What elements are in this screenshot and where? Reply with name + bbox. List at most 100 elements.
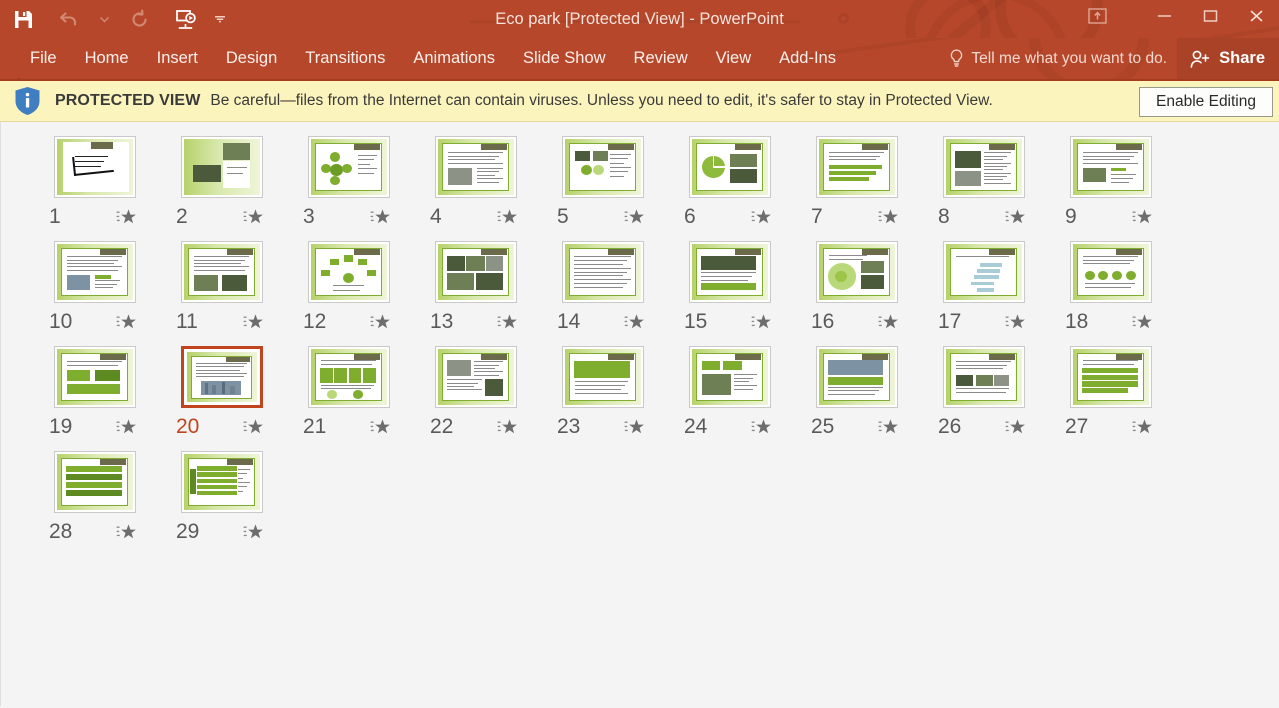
slide-thumb-frame[interactable] bbox=[688, 346, 771, 408]
slide-thumb-frame[interactable] bbox=[180, 451, 263, 513]
slide-thumbnail-22[interactable]: 22 bbox=[412, 346, 539, 440]
customize-qat-button[interactable] bbox=[208, 0, 232, 38]
slide-animation-indicator[interactable] bbox=[876, 207, 902, 227]
slide-animation-indicator[interactable] bbox=[749, 312, 775, 332]
slide-thumb-frame[interactable] bbox=[53, 346, 136, 408]
slide-thumbnail-16[interactable]: 16 bbox=[793, 241, 920, 335]
slide-thumbnail-8[interactable]: 8 bbox=[920, 136, 1047, 230]
save-button[interactable] bbox=[0, 0, 46, 38]
slide-thumb-frame[interactable] bbox=[307, 136, 390, 198]
tab-view[interactable]: View bbox=[702, 38, 765, 79]
tab-transitions[interactable]: Transitions bbox=[291, 38, 399, 79]
slide-thumbnail-1[interactable]: 1 bbox=[31, 136, 158, 230]
slide-sorter-area[interactable]: 1 2 3 4 5 6 7 8 9 10 11 12 13 14 15 16 17 18 19 20 21 22 23 24 2… bbox=[0, 122, 1279, 706]
tab-design[interactable]: Design bbox=[212, 38, 291, 79]
slide-animation-indicator[interactable] bbox=[1003, 207, 1029, 227]
slide-thumb-frame[interactable] bbox=[1069, 346, 1152, 408]
slide-animation-indicator[interactable] bbox=[1003, 312, 1029, 332]
slide-thumbnail-25[interactable]: 25 bbox=[793, 346, 920, 440]
share-button[interactable]: Share bbox=[1177, 38, 1279, 79]
slide-animation-indicator[interactable] bbox=[241, 207, 267, 227]
slide-thumbnail-17[interactable]: 17 bbox=[920, 241, 1047, 335]
slide-thumbnail-11[interactable]: 11 bbox=[158, 241, 285, 335]
slide-thumb-frame[interactable] bbox=[561, 346, 644, 408]
slide-animation-indicator[interactable] bbox=[495, 417, 521, 437]
maximize-button[interactable] bbox=[1187, 0, 1233, 32]
slide-thumb-frame[interactable] bbox=[180, 241, 263, 303]
slide-thumb-frame[interactable] bbox=[688, 136, 771, 198]
slide-thumb-frame[interactable] bbox=[53, 241, 136, 303]
slide-animation-indicator[interactable] bbox=[1130, 417, 1156, 437]
tab-home[interactable]: Home bbox=[71, 38, 143, 79]
slide-thumbnail-29[interactable]: 29 bbox=[158, 451, 285, 545]
slide-thumb-frame[interactable] bbox=[53, 451, 136, 513]
slide-thumbnail-21[interactable]: 21 bbox=[285, 346, 412, 440]
slide-thumb-frame[interactable] bbox=[307, 346, 390, 408]
slide-animation-indicator[interactable] bbox=[368, 207, 394, 227]
slide-thumbnail-3[interactable]: 3 bbox=[285, 136, 412, 230]
slide-animation-indicator[interactable] bbox=[368, 417, 394, 437]
slide-thumb-frame[interactable] bbox=[434, 346, 517, 408]
slide-thumbnail-6[interactable]: 6 bbox=[666, 136, 793, 230]
slide-animation-indicator[interactable] bbox=[114, 417, 140, 437]
slide-thumb-frame[interactable] bbox=[561, 136, 644, 198]
ribbon-display-options-button[interactable] bbox=[1077, 0, 1117, 32]
slide-animation-indicator[interactable] bbox=[495, 207, 521, 227]
tab-review[interactable]: Review bbox=[620, 38, 702, 79]
slide-thumbnail-27[interactable]: 27 bbox=[1047, 346, 1174, 440]
undo-button[interactable] bbox=[46, 0, 92, 38]
slide-animation-indicator[interactable] bbox=[114, 312, 140, 332]
slide-animation-indicator[interactable] bbox=[622, 417, 648, 437]
tab-animations[interactable]: Animations bbox=[399, 38, 509, 79]
slide-thumbnail-19[interactable]: 19 bbox=[31, 346, 158, 440]
slide-animation-indicator[interactable] bbox=[622, 207, 648, 227]
slide-thumb-frame[interactable] bbox=[815, 136, 898, 198]
slide-thumb-frame[interactable] bbox=[1069, 241, 1152, 303]
start-slideshow-button[interactable] bbox=[162, 0, 208, 38]
slide-animation-indicator[interactable] bbox=[1003, 417, 1029, 437]
slide-animation-indicator[interactable] bbox=[368, 312, 394, 332]
slide-thumb-frame[interactable] bbox=[180, 346, 263, 408]
slide-thumb-frame[interactable] bbox=[180, 136, 263, 198]
close-button[interactable] bbox=[1233, 0, 1279, 32]
slide-animation-indicator[interactable] bbox=[876, 312, 902, 332]
slide-animation-indicator[interactable] bbox=[1130, 207, 1156, 227]
slide-animation-indicator[interactable] bbox=[749, 417, 775, 437]
slide-thumb-frame[interactable] bbox=[434, 241, 517, 303]
tell-me-search[interactable]: Tell me what you want to do. bbox=[949, 38, 1167, 79]
slide-thumbnail-24[interactable]: 24 bbox=[666, 346, 793, 440]
slide-animation-indicator[interactable] bbox=[1130, 312, 1156, 332]
slide-thumbnail-10[interactable]: 10 bbox=[31, 241, 158, 335]
slide-thumbnail-20[interactable]: 20 bbox=[158, 346, 285, 440]
tab-slide-show[interactable]: Slide Show bbox=[509, 38, 620, 79]
undo-dropdown-button[interactable] bbox=[92, 0, 116, 38]
slide-animation-indicator[interactable] bbox=[495, 312, 521, 332]
slide-thumb-frame[interactable] bbox=[942, 136, 1025, 198]
slide-animation-indicator[interactable] bbox=[749, 207, 775, 227]
slide-animation-indicator[interactable] bbox=[622, 312, 648, 332]
minimize-button[interactable] bbox=[1141, 0, 1187, 32]
slide-thumbnail-5[interactable]: 5 bbox=[539, 136, 666, 230]
slide-thumbnail-28[interactable]: 28 bbox=[31, 451, 158, 545]
slide-thumb-frame[interactable] bbox=[815, 346, 898, 408]
tab-add-ins[interactable]: Add-Ins bbox=[765, 38, 850, 79]
slide-thumb-frame[interactable] bbox=[815, 241, 898, 303]
slide-thumb-frame[interactable] bbox=[942, 346, 1025, 408]
slide-thumb-frame[interactable] bbox=[942, 241, 1025, 303]
slide-thumb-frame[interactable] bbox=[688, 241, 771, 303]
slide-thumbnail-14[interactable]: 14 bbox=[539, 241, 666, 335]
slide-thumbnail-13[interactable]: 13 bbox=[412, 241, 539, 335]
slide-animation-indicator[interactable] bbox=[114, 522, 140, 542]
tab-file[interactable]: File bbox=[22, 38, 71, 79]
slide-thumbnail-18[interactable]: 18 bbox=[1047, 241, 1174, 335]
slide-thumbnail-12[interactable]: 12 bbox=[285, 241, 412, 335]
slide-animation-indicator[interactable] bbox=[241, 312, 267, 332]
slide-thumbnail-7[interactable]: 7 bbox=[793, 136, 920, 230]
slide-thumb-frame[interactable] bbox=[434, 136, 517, 198]
slide-thumbnail-23[interactable]: 23 bbox=[539, 346, 666, 440]
slide-animation-indicator[interactable] bbox=[241, 417, 267, 437]
slide-thumbnail-4[interactable]: 4 bbox=[412, 136, 539, 230]
slide-animation-indicator[interactable] bbox=[114, 207, 140, 227]
slide-thumbnail-15[interactable]: 15 bbox=[666, 241, 793, 335]
slide-animation-indicator[interactable] bbox=[876, 417, 902, 437]
